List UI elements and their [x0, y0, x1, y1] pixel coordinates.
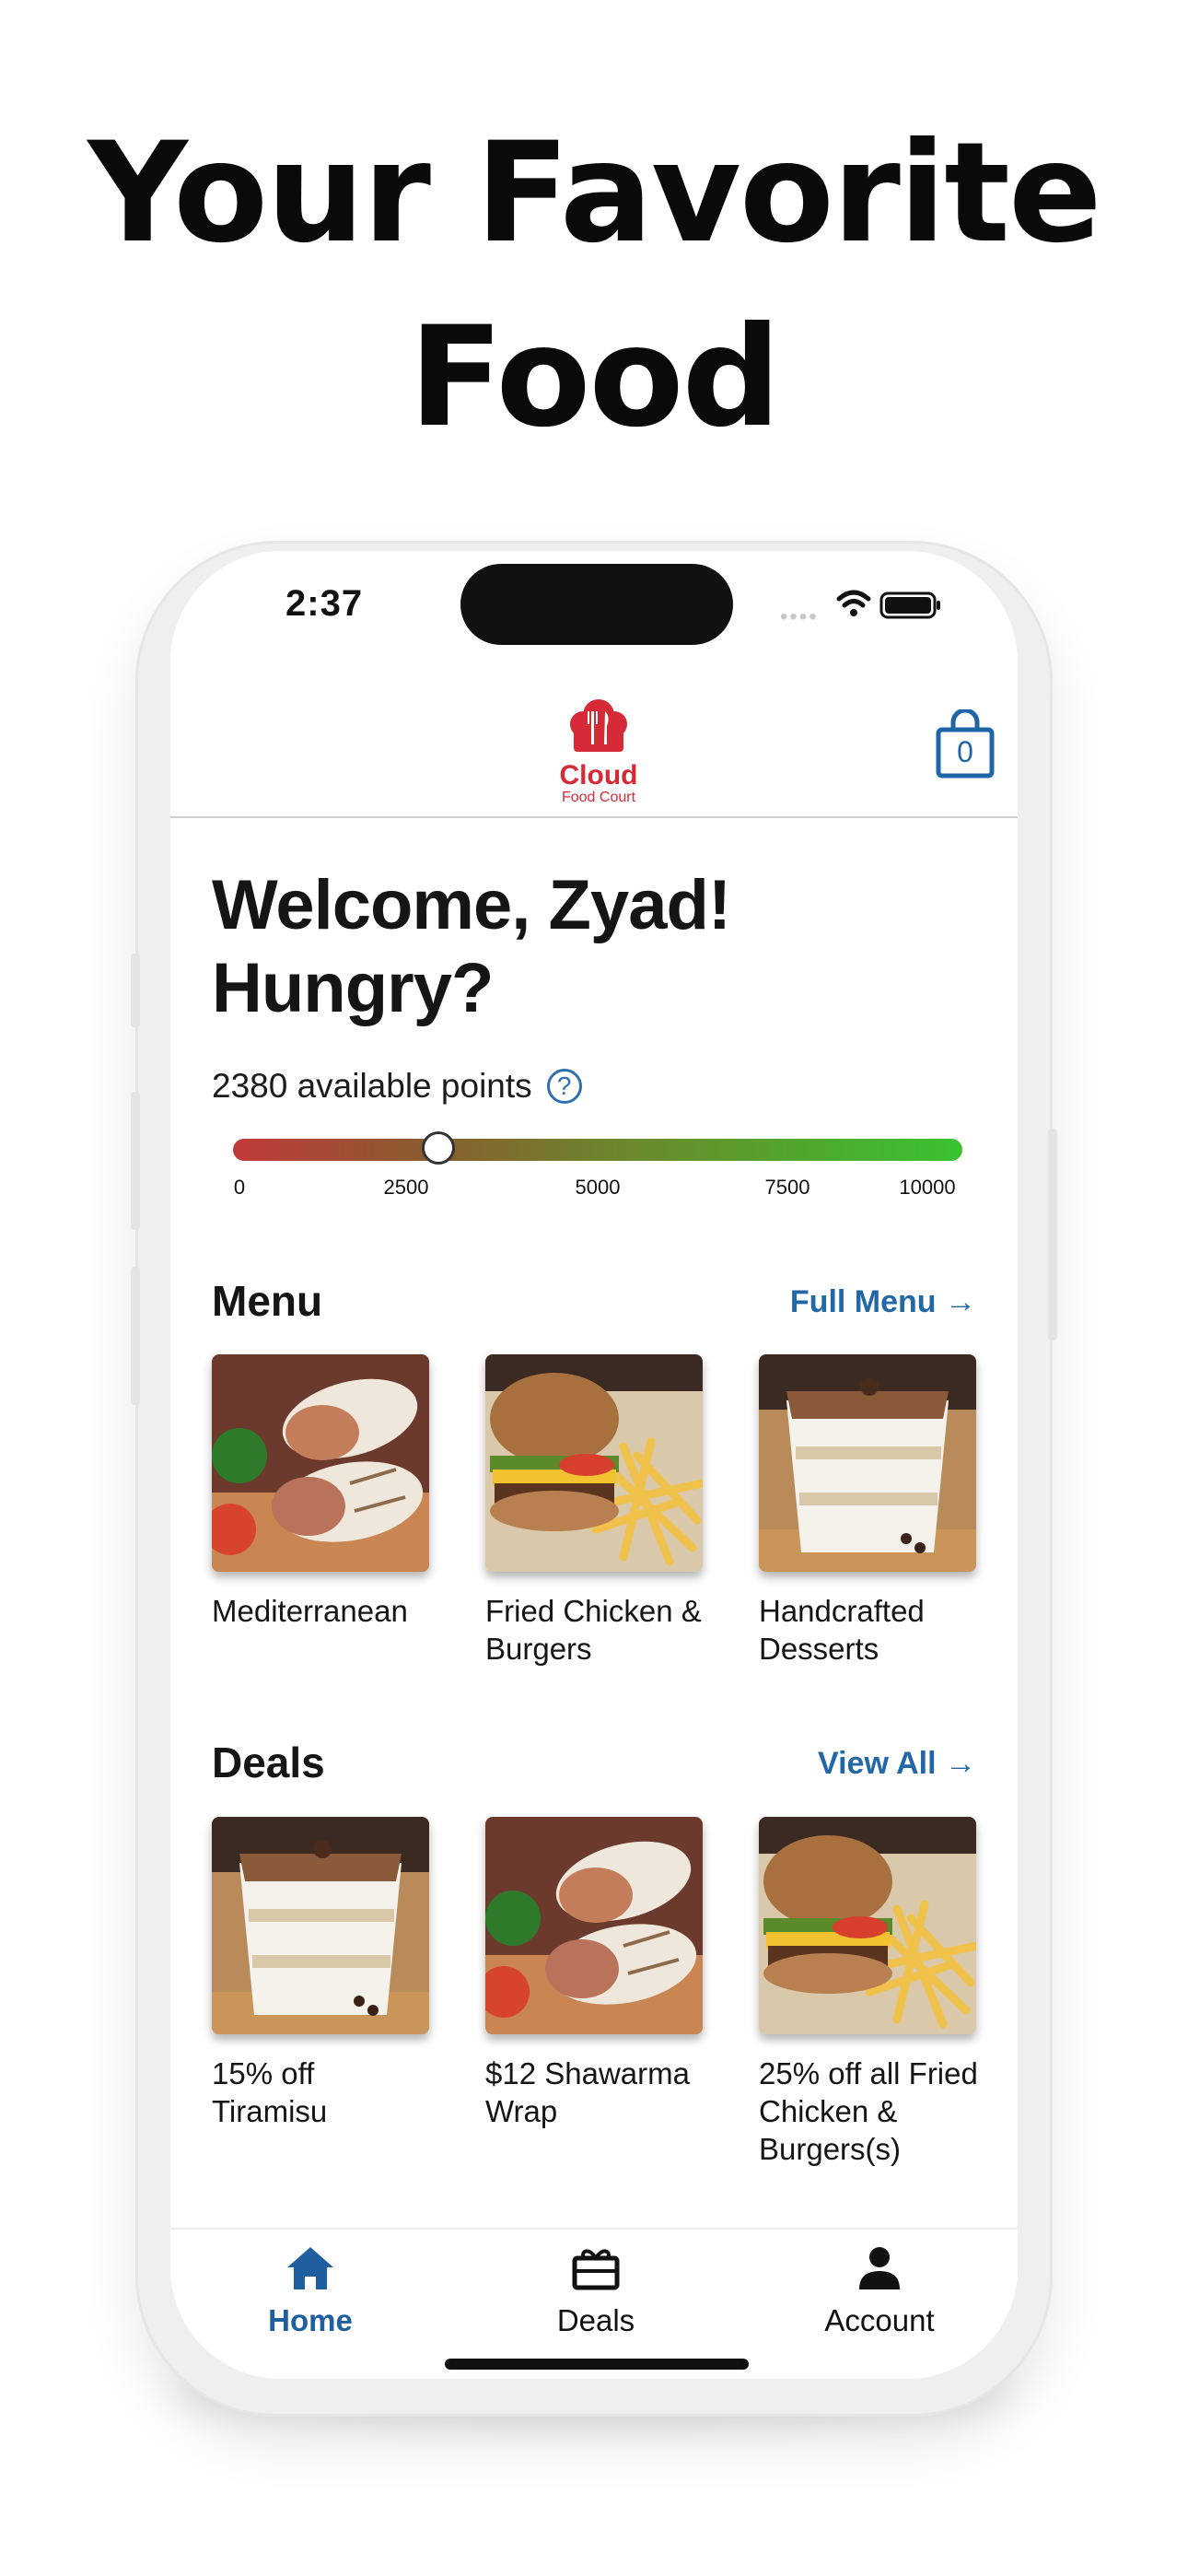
menu-card-fried-chicken-burgers[interactable]: Fried Chicken & Burgers	[485, 1354, 706, 1668]
points-row: 2380 available points ?	[212, 1067, 582, 1106]
full-menu-link[interactable]: Full Menu →	[790, 1284, 976, 1320]
app-logo[interactable]: Cloud Food Court	[548, 698, 649, 809]
page-headline: Your Favorite Food	[0, 101, 1188, 470]
cellular-signal-icon: ••••	[780, 604, 819, 629]
deal-card-tiramisu[interactable]: 15% off Tiramisu	[212, 1817, 433, 2130]
points-progress-bar	[233, 1131, 962, 1165]
volume-up-button	[131, 1092, 140, 1230]
tiramisu-image	[212, 1817, 429, 2034]
tick-label: 0	[233, 1176, 246, 1199]
headline-line-1: Your Favorite	[87, 113, 1101, 274]
burger-fries-image	[759, 1817, 976, 2034]
tick-label: 10000	[899, 1176, 956, 1199]
menu-card-mediterranean[interactable]: Mediterranean	[212, 1354, 433, 1630]
deal-card-label: 25% off all Fried Chicken & Burgers(s)	[759, 2056, 978, 2166]
points-progress-thumb	[421, 1131, 455, 1165]
header-divider	[170, 816, 1018, 818]
menu-card-handcrafted-desserts[interactable]: Handcrafted Desserts	[759, 1354, 980, 1668]
bottom-tab-bar: Home Deals Account	[170, 2228, 1018, 2379]
shawarma-wrap-image	[485, 1817, 703, 2034]
logo-subtitle: Food Court	[561, 790, 636, 805]
home-icon	[218, 2241, 402, 2296]
headline-line-2: Food	[409, 298, 781, 458]
status-icons	[836, 590, 940, 619]
tick-label: 5000	[575, 1176, 621, 1199]
cart-button[interactable]: 0	[935, 708, 996, 779]
menu-card-label: Mediterranean	[212, 1594, 408, 1628]
points-label: 2380 available points	[212, 1067, 532, 1105]
tab-account[interactable]: Account	[787, 2241, 972, 2338]
welcome-heading: Welcome, Zyad! Hungry?	[212, 864, 731, 1030]
menu-card-label: Handcrafted Desserts	[759, 1594, 925, 1666]
deal-card-label: 15% off Tiramisu	[212, 2056, 328, 2128]
dynamic-island	[460, 564, 733, 645]
view-all-deals-link[interactable]: View All →	[818, 1746, 976, 1782]
chef-hat-logo-icon	[570, 699, 627, 752]
menu-section-title: Menu	[212, 1277, 323, 1325]
menu-card-label: Fried Chicken & Burgers	[485, 1594, 702, 1666]
tick-label: 2500	[383, 1176, 429, 1199]
deal-card-fried-chicken-burgers[interactable]: 25% off all Fried Chicken & Burgers(s)	[759, 1817, 980, 2168]
welcome-line-1: Welcome, Zyad!	[212, 866, 731, 944]
tab-home[interactable]: Home	[218, 2241, 402, 2338]
home-indicator	[445, 2359, 749, 2370]
deal-card-shawarma-wrap[interactable]: $12 Shawarma Wrap	[485, 1817, 706, 2130]
app-screen: 2:37 •••• Cloud Food Court 0 Welcome, Zy…	[170, 551, 1018, 2379]
tab-label: Home	[268, 2303, 353, 2337]
burger-fries-image	[485, 1354, 703, 1572]
wifi-icon	[836, 590, 871, 616]
logo-name: Cloud	[559, 760, 638, 790]
tiramisu-image	[759, 1354, 976, 1572]
power-button	[1048, 1129, 1057, 1341]
tab-label: Deals	[556, 2303, 635, 2337]
mute-switch	[131, 954, 140, 1027]
cart-count-badge: 0	[957, 735, 973, 768]
status-time: 2:37	[285, 583, 364, 624]
deal-card-label: $12 Shawarma Wrap	[485, 2056, 690, 2128]
volume-down-button	[131, 1267, 140, 1405]
shawarma-wrap-image	[212, 1354, 429, 1572]
gift-icon	[504, 2241, 688, 2296]
person-icon	[787, 2241, 972, 2296]
tick-label: 7500	[764, 1176, 810, 1199]
points-ticks: 0 2500 5000 7500 10000	[233, 1176, 962, 1203]
welcome-line-2: Hungry?	[212, 949, 494, 1027]
tab-label: Account	[824, 2303, 935, 2337]
tab-deals[interactable]: Deals	[504, 2241, 688, 2338]
help-icon[interactable]: ?	[546, 1069, 582, 1104]
deals-section-title: Deals	[212, 1739, 325, 1786]
battery-icon	[879, 591, 940, 619]
